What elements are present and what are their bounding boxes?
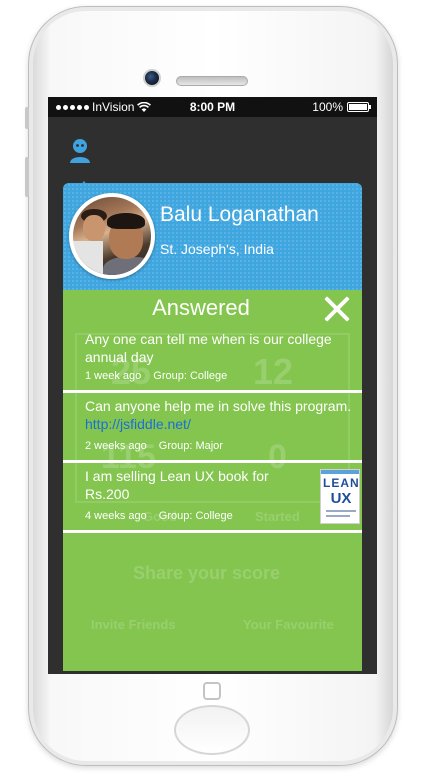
ghost-invite: Invite Friends bbox=[91, 617, 176, 632]
earpiece bbox=[176, 76, 248, 86]
question-text: Can anyone help me in solve this program… bbox=[85, 398, 352, 432]
front-camera bbox=[143, 69, 161, 87]
question-list: Any one can tell me when is our college … bbox=[63, 326, 362, 533]
question-meta: 2 weeks ago Group: Major bbox=[85, 440, 223, 452]
status-bar: InVision 8:00 PM 100% bbox=[48, 97, 377, 117]
answered-popup: 25 12 115 0 Good Started Share your scor… bbox=[63, 183, 362, 671]
question-meta: 1 week ago Group: College bbox=[85, 370, 227, 382]
book-thumbnail[interactable]: LEAN UX bbox=[320, 469, 360, 524]
home-button[interactable] bbox=[174, 705, 250, 755]
profile-name: Balu Loganathan bbox=[160, 203, 319, 226]
question-group: Group: College bbox=[153, 370, 228, 382]
user-profile-icon[interactable] bbox=[68, 137, 92, 163]
list-item[interactable]: Any one can tell me when is our college … bbox=[63, 326, 362, 393]
book-title-line-1: LEAN bbox=[323, 476, 360, 490]
question-time: 4 weeks ago bbox=[85, 510, 147, 522]
question-link[interactable]: http://jsfiddle.net/ bbox=[85, 416, 191, 432]
list-item[interactable]: Can anyone help me in solve this program… bbox=[63, 393, 362, 463]
question-group: Group: Major bbox=[158, 440, 223, 452]
status-right: 100% bbox=[312, 97, 371, 117]
book-title-line-2: UX bbox=[330, 490, 352, 507]
profile-location: St. Joseph's, India bbox=[160, 241, 274, 257]
panel-title: Answered bbox=[152, 295, 250, 320]
question-time: 1 week ago bbox=[85, 370, 142, 382]
profile-header: Balu Loganathan St. Joseph's, India bbox=[63, 183, 362, 290]
question-text: I am selling Lean UX book for Rs.200 bbox=[85, 468, 269, 502]
phone-screen: InVision 8:00 PM 100% 25 12 115 0 Good S… bbox=[48, 97, 377, 674]
ghost-favourite: Your Favourite bbox=[243, 617, 334, 632]
question-meta: 4 weeks ago Group: College bbox=[85, 510, 233, 522]
front-sensor bbox=[203, 682, 221, 700]
volume-button bbox=[25, 157, 29, 197]
list-item[interactable]: I am selling Lean UX book for Rs.200 4 w… bbox=[63, 463, 362, 533]
avatar[interactable] bbox=[69, 193, 155, 279]
question-text: Any one can tell me when is our college … bbox=[85, 331, 332, 365]
battery-percent: 100% bbox=[312, 100, 343, 114]
battery-icon bbox=[347, 102, 371, 112]
mute-switch bbox=[25, 107, 29, 129]
question-group: Group: College bbox=[158, 510, 233, 522]
question-time: 2 weeks ago bbox=[85, 440, 147, 452]
panel-title-bar: Answered bbox=[63, 290, 362, 326]
ghost-share: Share your score bbox=[133, 563, 281, 583]
close-icon[interactable] bbox=[324, 296, 350, 322]
